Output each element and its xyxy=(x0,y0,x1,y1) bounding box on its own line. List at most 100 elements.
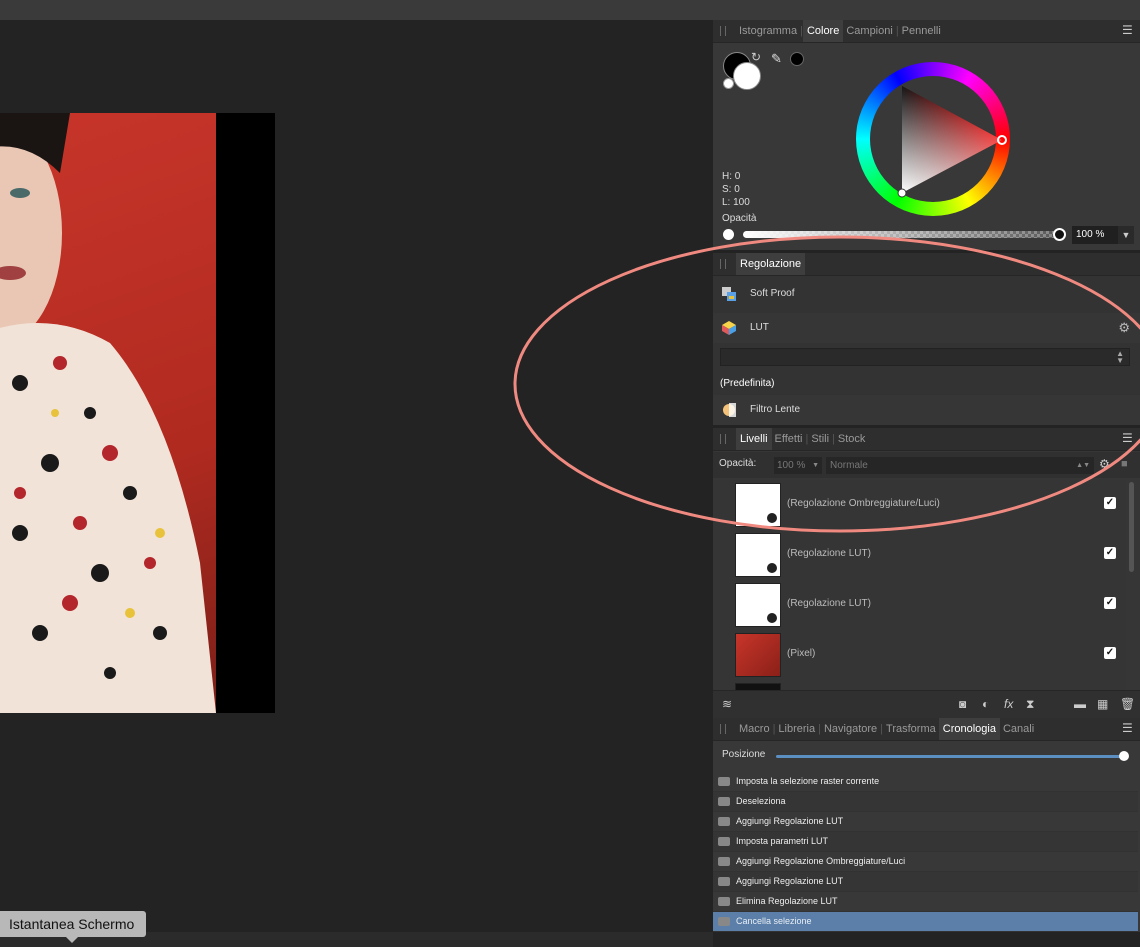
saturation-readout: S: 0 xyxy=(722,184,740,195)
layer-options-bar: Opacità: 100 % ▼ Normale ▲▼ ⚙ ■ xyxy=(713,452,1140,478)
history-item[interactable]: Deseleziona xyxy=(713,792,1138,812)
tab-libreria[interactable]: Libreria xyxy=(775,718,818,740)
trash-icon[interactable]: 🗑 xyxy=(1120,697,1135,711)
layers-panel: Livelli Effetti | Stili | Stock ☰ Opacit… xyxy=(713,428,1140,719)
color-triangle[interactable] xyxy=(856,62,1010,216)
history-panel: Macro | Libreria | Navigatore | Trasform… xyxy=(713,718,1140,932)
tab-colore[interactable]: Colore xyxy=(802,20,844,42)
panel-grip[interactable] xyxy=(720,259,726,269)
panel-grip[interactable] xyxy=(720,724,726,734)
tab-stock[interactable]: Stock xyxy=(835,428,869,450)
snapshot-icon xyxy=(718,897,730,906)
color-picker-icon[interactable]: ✎ xyxy=(771,51,782,67)
adjustment-lut[interactable]: LUT ⚙ xyxy=(713,313,1140,343)
canvas-image[interactable] xyxy=(0,113,275,713)
layers-toolbar: ≋ ◙ ◐ fx ⧗ ▬ ▦ 🗑 xyxy=(713,690,1140,719)
lightness-readout: L: 100 xyxy=(722,197,750,208)
layer-thumbnail xyxy=(735,533,781,577)
opacity-slider-knob[interactable] xyxy=(1053,228,1066,241)
opacity-swatch xyxy=(723,229,734,240)
tab-cronologia[interactable]: Cronologia xyxy=(938,718,1000,740)
color-panel: Istogramma | Colore Campioni | Pennelli … xyxy=(713,20,1140,250)
layer-thumbnail xyxy=(735,483,781,527)
panel-grip[interactable] xyxy=(720,434,726,444)
panel-menu-icon[interactable]: ☰ xyxy=(1122,432,1136,444)
hue-readout: H: 0 xyxy=(722,171,741,182)
live-filter-icon[interactable]: ⧗ xyxy=(1026,697,1034,712)
no-color-icon[interactable] xyxy=(723,78,734,89)
adjustment-filtro-lente[interactable]: Filtro Lente xyxy=(713,395,1140,425)
snapshot-icon xyxy=(718,817,730,826)
lock-icon[interactable]: ■ xyxy=(1121,458,1128,470)
adjustment-icon[interactable]: ◐ xyxy=(982,697,989,711)
adjustment-badge-icon xyxy=(766,612,778,624)
history-item[interactable]: Imposta la selezione raster corrente xyxy=(713,772,1138,792)
history-item[interactable]: Imposta parametri LUT xyxy=(713,832,1138,852)
lut-settings-gear-icon[interactable]: ⚙ xyxy=(1118,320,1130,336)
mask-layer-icon[interactable]: ◙ xyxy=(959,697,966,711)
snapshot-icon xyxy=(718,777,730,786)
tab-trasforma[interactable]: Trasforma xyxy=(883,718,939,740)
history-item[interactable]: Elimina Regolazione LUT xyxy=(713,892,1138,912)
top-toolbar xyxy=(0,0,1140,20)
position-slider[interactable] xyxy=(776,755,1124,758)
panel-menu-icon[interactable]: ☰ xyxy=(1122,722,1136,734)
layer-row[interactable]: (Pixel) ✓ xyxy=(713,630,1126,681)
layers-tabbar: Livelli Effetti | Stili | Stock ☰ xyxy=(713,428,1140,451)
blend-mode-select[interactable]: Normale ▲▼ xyxy=(826,457,1094,474)
snapshot-icon xyxy=(718,877,730,886)
pixel-layer-icon[interactable]: ▦ xyxy=(1097,697,1108,711)
lut-preset-default[interactable]: (Predefinita) xyxy=(720,378,774,389)
panel-menu-icon[interactable]: ☰ xyxy=(1122,24,1136,36)
layers-scrollbar[interactable] xyxy=(1129,482,1134,572)
tab-regolazione[interactable]: Regolazione xyxy=(736,253,806,275)
tab-pennelli[interactable]: Pennelli xyxy=(899,20,944,42)
layers-stack-icon[interactable]: ≋ xyxy=(722,697,732,711)
adjustment-soft-proof[interactable]: Soft Proof xyxy=(713,279,1140,309)
history-item[interactable]: Aggiungi Regolazione Ombreggiature/Luci xyxy=(713,852,1138,872)
folder-icon[interactable]: ▬ xyxy=(1074,697,1086,711)
layer-row[interactable]: (Regolazione Ombreggiature/Luci) ✓ xyxy=(713,480,1126,531)
history-item-selected[interactable]: Cancella selezione xyxy=(713,912,1138,932)
layer-opacity-label: Opacità: xyxy=(719,458,757,469)
fx-icon[interactable]: fx xyxy=(1004,697,1013,711)
stroke-color-swatch[interactable] xyxy=(733,62,761,90)
panel-grip[interactable] xyxy=(720,26,726,36)
layer-visibility-checkbox[interactable]: ✓ xyxy=(1104,497,1116,509)
adjustments-tabbar: Regolazione xyxy=(713,253,1140,276)
opacity-value-field[interactable]: 100 % xyxy=(1072,226,1118,244)
tab-livelli[interactable]: Livelli xyxy=(736,428,772,450)
layer-settings-gear-icon[interactable]: ⚙ xyxy=(1099,457,1110,471)
color-wheel[interactable] xyxy=(856,62,1010,216)
opacity-label: Opacità xyxy=(722,213,757,224)
tab-macro[interactable]: Macro xyxy=(736,718,773,740)
layer-opacity-field[interactable]: 100 % ▼ xyxy=(774,457,822,474)
layer-visibility-checkbox[interactable]: ✓ xyxy=(1104,597,1116,609)
history-item[interactable]: Aggiungi Regolazione LUT xyxy=(713,872,1138,892)
tab-effetti[interactable]: Effetti xyxy=(772,428,806,450)
history-item[interactable]: Aggiungi Regolazione LUT xyxy=(713,812,1138,832)
snapshot-icon xyxy=(718,857,730,866)
adjustment-badge-icon xyxy=(766,562,778,574)
opacity-slider[interactable] xyxy=(743,231,1059,238)
picked-color-swatch[interactable] xyxy=(790,52,804,66)
lut-preset-select[interactable]: ▲ ▼ xyxy=(720,348,1130,366)
tab-stili[interactable]: Stili xyxy=(808,428,832,450)
tooltip: Istantanea Schermo xyxy=(0,911,147,943)
layer-visibility-checkbox[interactable]: ✓ xyxy=(1104,547,1116,559)
snapshot-icon xyxy=(718,837,730,846)
swap-colors-icon[interactable]: ↻ xyxy=(751,50,761,64)
tab-campioni[interactable]: Campioni xyxy=(843,20,895,42)
position-slider-knob[interactable] xyxy=(1119,751,1129,761)
opacity-dropdown-button[interactable]: ▼ xyxy=(1118,226,1134,244)
layer-row[interactable]: (Regolazione LUT) ✓ xyxy=(713,580,1126,631)
layer-row[interactable]: (Regolazione LUT) ✓ xyxy=(713,530,1126,581)
tone-handle[interactable] xyxy=(897,188,907,198)
tab-navigatore[interactable]: Navigatore xyxy=(821,718,880,740)
adjustment-badge-icon xyxy=(766,512,778,524)
snapshot-icon xyxy=(718,797,730,806)
history-list: Imposta la selezione raster corrente Des… xyxy=(713,772,1140,932)
layer-visibility-checkbox[interactable]: ✓ xyxy=(1104,647,1116,659)
tab-istogramma[interactable]: Istogramma xyxy=(736,20,800,42)
tab-canali[interactable]: Canali xyxy=(1000,718,1037,740)
